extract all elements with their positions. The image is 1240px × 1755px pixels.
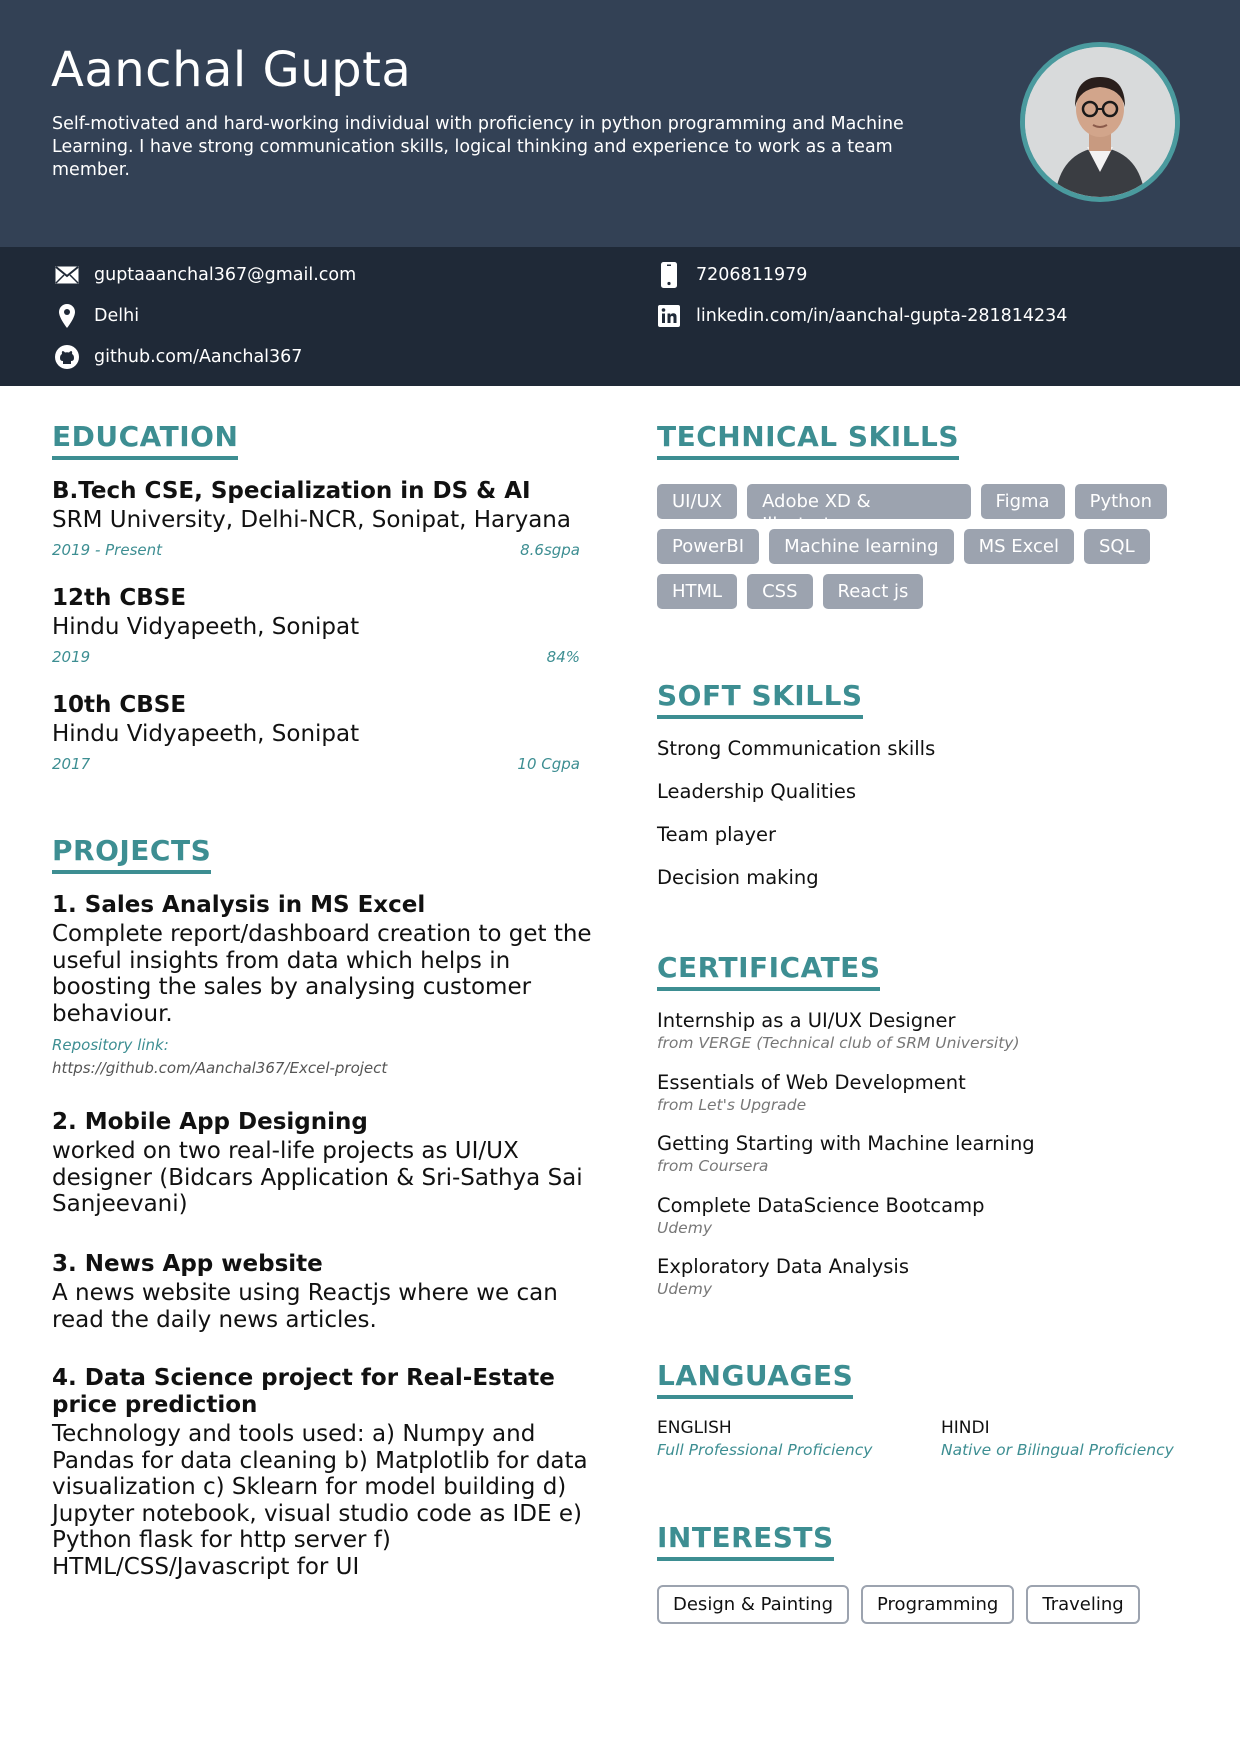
education-meta: 2019 84% bbox=[52, 648, 580, 666]
language-name: HINDI bbox=[941, 1418, 990, 1438]
envelope-icon bbox=[54, 262, 80, 288]
skills-row: PowerBI Machine learning MS Excel SQL bbox=[657, 529, 1177, 564]
education-meta: 2019 - Present 8.6sgpa bbox=[52, 541, 580, 559]
email-text[interactable]: guptaaanchal367@gmail.com bbox=[94, 265, 356, 285]
github-text[interactable]: github.com/Aanchal367 bbox=[94, 347, 302, 367]
education-school: SRM University, Delhi-NCR, Sonipat, Hary… bbox=[52, 507, 571, 533]
skill-chip: MS Excel bbox=[963, 529, 1074, 564]
project-description: Technology and tools used: a) Numpy and … bbox=[52, 1421, 588, 1580]
profile-photo-image bbox=[1025, 47, 1175, 197]
project-description: A news website using Reactjs where we ca… bbox=[52, 1280, 558, 1333]
soft-skill-item: Team player bbox=[657, 823, 777, 846]
linkedin-text[interactable]: linkedin.com/in/aanchal-gupta-281814234 bbox=[696, 306, 1067, 326]
profile-photo bbox=[1020, 42, 1180, 202]
project-title: 1. Sales Analysis in MS Excel bbox=[52, 892, 426, 918]
contact-linkedin[interactable]: linkedin.com/in/aanchal-gupta-281814234 bbox=[656, 303, 1067, 329]
contact-bar: guptaaanchal367@gmail.com Delhi github.c… bbox=[0, 247, 1240, 386]
education-degree: 12th CBSE bbox=[52, 585, 187, 611]
resume-header: Aanchal Gupta Self-motivated and hard-wo… bbox=[0, 0, 1240, 247]
certificates-heading: CERTIFICATES bbox=[657, 951, 881, 991]
interest-tag: Design & Painting bbox=[657, 1585, 850, 1624]
certificate-name: Internship as a UI/UX Designer bbox=[657, 1009, 956, 1032]
interest-tag: Traveling bbox=[1026, 1585, 1140, 1624]
skill-chip: Python bbox=[1074, 484, 1167, 519]
interests-list: Design & Painting Programming Traveling bbox=[657, 1585, 1152, 1624]
skills-row: HTML CSS React js bbox=[657, 574, 1177, 609]
education-score: 84% bbox=[546, 648, 580, 666]
skill-chip: React js bbox=[822, 574, 924, 609]
skill-chip: SQL bbox=[1083, 529, 1150, 564]
skill-chip: Machine learning bbox=[769, 529, 954, 564]
location-pin-icon bbox=[54, 303, 80, 329]
education-score: 10 Cgpa bbox=[517, 755, 580, 773]
education-meta: 2017 10 Cgpa bbox=[52, 755, 580, 773]
linkedin-icon bbox=[656, 303, 682, 329]
certificate-issuer: from Let's Upgrade bbox=[657, 1096, 807, 1114]
certificate-issuer: Udemy bbox=[657, 1219, 712, 1237]
candidate-name: Aanchal Gupta bbox=[51, 42, 412, 98]
skill-chip: HTML bbox=[657, 574, 738, 609]
skill-chip: UI/UX bbox=[657, 484, 738, 519]
technical-skills-heading: TECHNICAL SKILLS bbox=[657, 420, 959, 460]
soft-skill-item: Strong Communication skills bbox=[657, 737, 936, 760]
project-title: 3. News App website bbox=[52, 1251, 323, 1277]
education-date: 2019 - Present bbox=[52, 541, 162, 559]
contact-email[interactable]: guptaaanchal367@gmail.com bbox=[54, 262, 356, 288]
soft-skill-item: Decision making bbox=[657, 866, 819, 889]
education-score: 8.6sgpa bbox=[520, 541, 580, 559]
project-description: Complete report/dashboard creation to ge… bbox=[52, 921, 592, 1027]
phone-text[interactable]: 7206811979 bbox=[696, 265, 807, 285]
certificate-issuer: from VERGE (Technical club of SRM Univer… bbox=[657, 1034, 1020, 1052]
project-description: worked on two real-life projects as UI/U… bbox=[52, 1138, 583, 1217]
language-level: Native or Bilingual Proficiency bbox=[941, 1441, 1174, 1459]
project-title: 4. Data Science project for Real-Estate … bbox=[52, 1365, 555, 1418]
repository-link[interactable]: https://github.com/Aanchal367/Excel-proj… bbox=[52, 1059, 387, 1077]
interests-heading: INTERESTS bbox=[657, 1521, 834, 1561]
contact-location: Delhi bbox=[54, 303, 139, 329]
skill-chip: CSS bbox=[747, 574, 813, 609]
certificate-issuer: from Coursera bbox=[657, 1157, 769, 1175]
technical-skills-list: UI/UX Adobe XD & Illustrator Figma Pytho… bbox=[657, 484, 1177, 619]
profile-summary: Self-motivated and hard-working individu… bbox=[52, 114, 904, 180]
github-icon bbox=[54, 344, 80, 370]
language-name: ENGLISH bbox=[657, 1418, 732, 1438]
education-date: 2019 bbox=[52, 648, 91, 666]
languages-heading: LANGUAGES bbox=[657, 1359, 854, 1399]
skill-chip: Figma bbox=[980, 484, 1065, 519]
certificate-issuer: Udemy bbox=[657, 1280, 712, 1298]
projects-heading: PROJECTS bbox=[52, 834, 212, 874]
language-level: Full Professional Proficiency bbox=[657, 1441, 873, 1459]
certificate-name: Essentials of Web Development bbox=[657, 1071, 966, 1094]
interest-tag: Programming bbox=[861, 1585, 1015, 1624]
certificate-name: Getting Starting with Machine learning bbox=[657, 1132, 1035, 1155]
education-degree: B.Tech CSE, Specialization in DS & AI bbox=[52, 478, 531, 504]
location-text: Delhi bbox=[94, 306, 140, 326]
education-date: 2017 bbox=[52, 755, 91, 773]
contact-phone[interactable]: 7206811979 bbox=[656, 262, 807, 288]
education-degree: 10th CBSE bbox=[52, 692, 187, 718]
education-heading: EDUCATION bbox=[52, 420, 239, 460]
skill-chip: Adobe XD & Illustrator bbox=[747, 484, 971, 535]
education-school: Hindu Vidyapeeth, Sonipat bbox=[52, 721, 360, 747]
repository-label: Repository link: bbox=[52, 1036, 169, 1054]
certificate-name: Complete DataScience Bootcamp bbox=[657, 1194, 985, 1217]
soft-skill-item: Leadership Qualities bbox=[657, 780, 857, 803]
soft-skills-heading: SOFT SKILLS bbox=[657, 679, 863, 719]
mobile-phone-icon bbox=[656, 262, 682, 288]
skill-chip: PowerBI bbox=[657, 529, 760, 564]
project-title: 2. Mobile App Designing bbox=[52, 1109, 368, 1135]
certificate-name: Exploratory Data Analysis bbox=[657, 1255, 909, 1278]
education-school: Hindu Vidyapeeth, Sonipat bbox=[52, 614, 360, 640]
skills-row: UI/UX Adobe XD & Illustrator Figma Pytho… bbox=[657, 484, 1177, 535]
contact-github[interactable]: github.com/Aanchal367 bbox=[54, 344, 302, 370]
